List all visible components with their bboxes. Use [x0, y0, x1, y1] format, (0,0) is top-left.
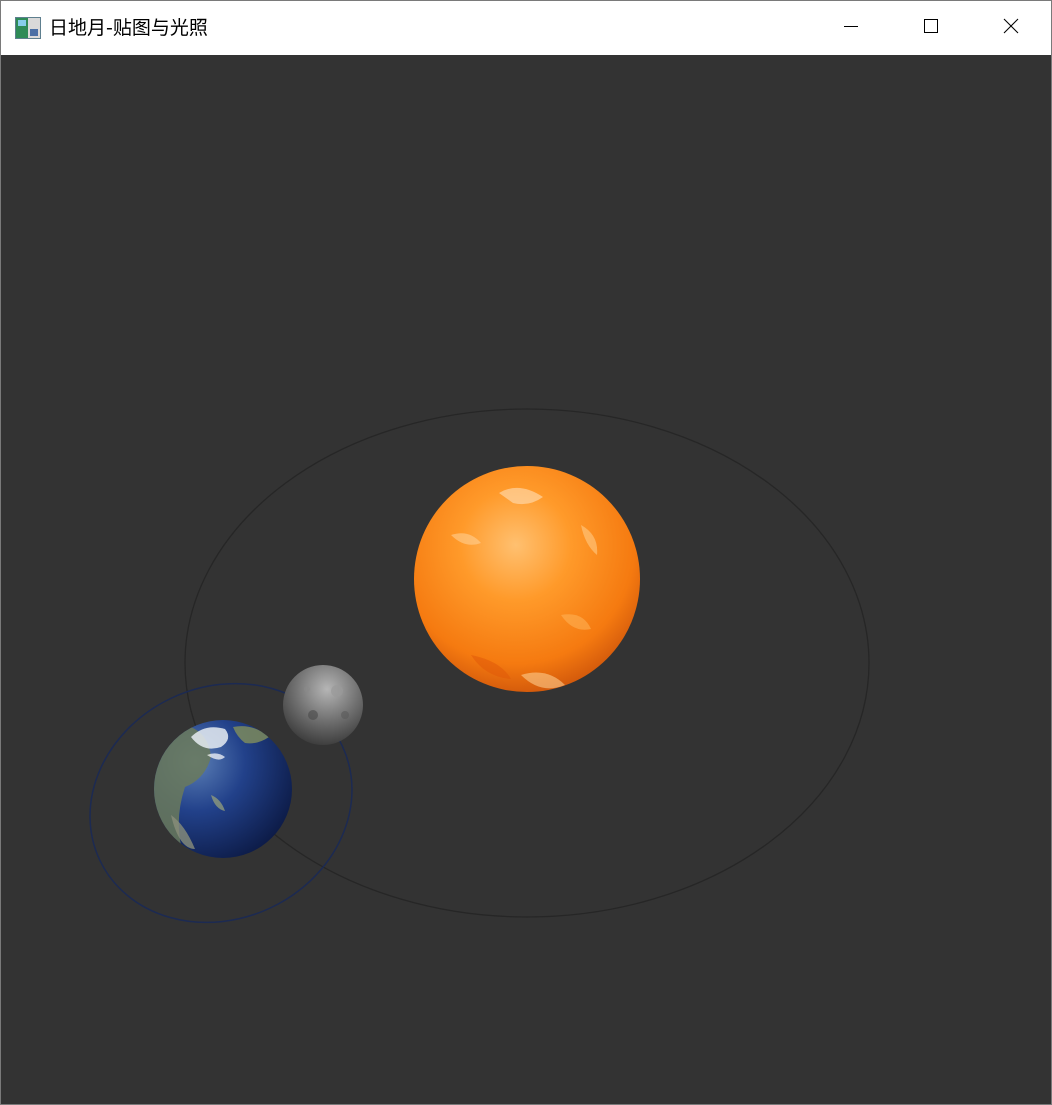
minimize-icon: [843, 18, 859, 38]
opengl-app-icon: [15, 17, 41, 39]
maximize-icon: [923, 18, 939, 38]
sun-sphere: [414, 466, 640, 692]
close-icon: [1003, 18, 1019, 38]
minimize-button[interactable]: [811, 1, 891, 55]
scene-svg: [89, 408, 870, 924]
window-title: 日地月-贴图与光照: [49, 17, 208, 39]
title-bar[interactable]: 日地月-贴图与光照: [1, 1, 1051, 55]
app-window: 日地月-贴图与光照: [0, 0, 1052, 1105]
close-button[interactable]: [971, 1, 1051, 55]
moon-sphere: [283, 665, 363, 745]
maximize-button[interactable]: [891, 1, 971, 55]
opengl-viewport[interactable]: [1, 55, 1051, 1104]
earth-sphere: [154, 720, 292, 858]
